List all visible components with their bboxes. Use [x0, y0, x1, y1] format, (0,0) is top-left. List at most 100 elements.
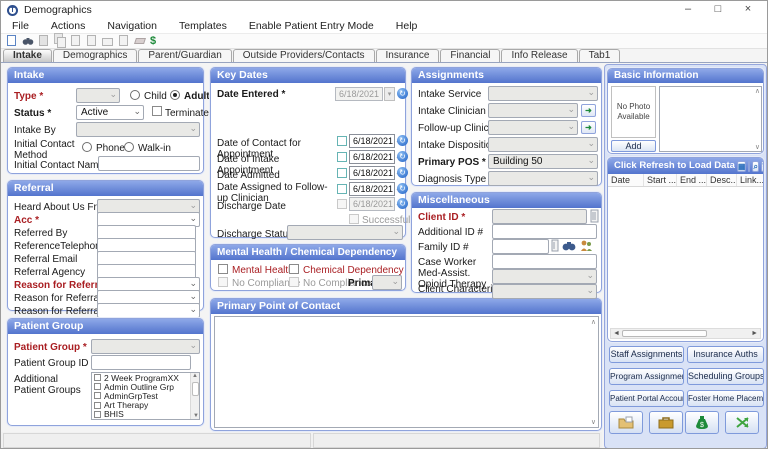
additional-groups-listbox[interactable]: 2 Week ProgramXX Admin Outline Grp Admin…: [91, 372, 200, 420]
tab-demographics[interactable]: Demographics: [53, 49, 137, 62]
refresh-icon[interactable]: ↻: [761, 161, 763, 172]
transfer-button[interactable]: [725, 411, 759, 434]
tab-info-release[interactable]: Info Release: [501, 49, 577, 62]
new-document-icon[interactable]: [6, 35, 18, 47]
tab-parent-guardian[interactable]: Parent/Guardian: [138, 49, 231, 62]
date-admitted-checkbox[interactable]: [337, 168, 347, 178]
edit-icon[interactable]: [70, 35, 82, 47]
mh-no-compliance-checkbox[interactable]: [218, 277, 228, 287]
additional-id-input[interactable]: [492, 224, 597, 239]
menu-enable-patient-entry-mode[interactable]: Enable Patient Entry Mode: [238, 20, 385, 32]
copy-icon[interactable]: [54, 35, 66, 47]
patient-group-select[interactable]: [91, 339, 200, 354]
billing-button[interactable]: $: [685, 411, 719, 434]
date-intake-appt-checkbox[interactable]: [337, 152, 347, 162]
grid-icon[interactable]: ▦: [737, 161, 747, 172]
item-checkbox[interactable]: [94, 392, 101, 399]
add-photo-button[interactable]: Add: [611, 140, 656, 152]
id-card-icon[interactable]: [590, 209, 599, 223]
item-checkbox[interactable]: [94, 383, 101, 390]
close-button[interactable]: ×: [735, 2, 761, 18]
list-item[interactable]: BHIS: [92, 410, 199, 419]
open-case-button[interactable]: [649, 411, 683, 434]
basic-info-textarea[interactable]: ∧ ∨: [659, 86, 762, 152]
menu-help[interactable]: Help: [385, 20, 429, 32]
scroll-right-icon[interactable]: ►: [751, 330, 758, 337]
opioid-select[interactable]: [492, 269, 597, 284]
family-search-icon[interactable]: [579, 239, 594, 252]
foster-home-placement-button[interactable]: Foster Home Placement: [687, 390, 764, 407]
tab-insurance[interactable]: Insurance: [376, 49, 440, 62]
open-chart-button[interactable]: [609, 411, 643, 434]
patient-portal-account-button[interactable]: Patient Portal Account: [609, 390, 684, 407]
child-radio[interactable]: [130, 90, 140, 100]
diagnosis-type-select[interactable]: [488, 171, 598, 186]
tab-financial[interactable]: Financial: [440, 49, 500, 62]
followup-clinician-select[interactable]: [488, 120, 578, 135]
scroll-up-icon[interactable]: ∧: [591, 318, 596, 326]
menu-file[interactable]: File: [1, 20, 40, 32]
briefcase-icon[interactable]: [102, 35, 114, 47]
date-assigned-value[interactable]: 6/18/2021⌄: [349, 182, 395, 196]
date-refresh-icon[interactable]: ↻: [397, 183, 408, 194]
minimize-button[interactable]: –: [675, 2, 701, 18]
column-link[interactable]: Link...: [737, 174, 763, 186]
date-refresh-icon[interactable]: ↻: [397, 151, 408, 162]
blank-icon[interactable]: [748, 161, 750, 172]
grid-horizontal-scrollbar[interactable]: ◄ ►: [610, 328, 761, 339]
id-card-icon[interactable]: [551, 239, 559, 252]
discharge-date-value[interactable]: 6/18/2021⌄: [349, 197, 395, 211]
program-assignments-button[interactable]: Program Assignments: [609, 368, 684, 385]
staff-assignments-button[interactable]: Staff Assignments: [609, 346, 684, 363]
item-checkbox[interactable]: [94, 402, 101, 409]
eraser-icon[interactable]: [134, 35, 146, 47]
date-refresh-icon[interactable]: ↻: [397, 88, 408, 99]
intake-disposition-select[interactable]: [488, 137, 598, 152]
type-select[interactable]: [76, 88, 120, 103]
initial-contact-name-input[interactable]: [98, 156, 200, 171]
cd-no-compliance-checkbox[interactable]: [289, 277, 299, 287]
scheduling-groups-button[interactable]: Scheduling Groups: [687, 368, 764, 385]
export-icon[interactable]: [118, 35, 130, 47]
scroll-down-icon[interactable]: ∨: [591, 418, 596, 426]
search-binoculars-icon[interactable]: [561, 240, 577, 251]
client-id-input[interactable]: [492, 209, 587, 224]
intake-by-select[interactable]: [76, 122, 200, 137]
search-icon[interactable]: ⌕: [752, 161, 758, 172]
tab-tab1[interactable]: Tab1: [579, 49, 621, 62]
item-checkbox[interactable]: [94, 411, 101, 418]
discharge-date-checkbox[interactable]: [337, 199, 347, 209]
form-icon[interactable]: [86, 35, 98, 47]
date-refresh-icon[interactable]: ↻: [397, 135, 408, 146]
mental-health-checkbox[interactable]: [218, 264, 228, 274]
primary-pos-select[interactable]: Building 50: [488, 154, 598, 169]
maximize-button[interactable]: □: [705, 2, 731, 18]
tab-intake[interactable]: Intake: [3, 49, 52, 62]
save-icon[interactable]: [38, 35, 50, 47]
date-admitted-value[interactable]: 6/18/2021⌄: [349, 166, 395, 180]
date-picker-button[interactable]: ▾: [384, 87, 395, 101]
search-binoculars-icon[interactable]: [22, 35, 34, 47]
intake-service-select[interactable]: [488, 86, 598, 101]
list-scrollbar[interactable]: ▲▼: [190, 373, 199, 419]
column-end[interactable]: End ...: [677, 174, 707, 186]
chemical-dependency-checkbox[interactable]: [289, 264, 299, 274]
payment-icon[interactable]: $: [150, 35, 162, 47]
date-contact-checkbox[interactable]: [337, 136, 347, 146]
scroll-up-icon[interactable]: ∧: [755, 87, 760, 95]
insurance-auths-button[interactable]: Insurance Auths: [687, 346, 764, 363]
column-start[interactable]: Start ...: [644, 174, 677, 186]
adult-radio[interactable]: [170, 90, 180, 100]
menu-navigation[interactable]: Navigation: [96, 20, 168, 32]
open-form-icon[interactable]: ➜: [581, 121, 596, 134]
item-checkbox[interactable]: [94, 374, 101, 381]
status-select[interactable]: Active: [76, 105, 144, 120]
column-desc[interactable]: Desc...: [707, 174, 737, 186]
open-form-icon[interactable]: ➜: [581, 104, 596, 117]
date-intake-appt-value[interactable]: 6/18/2021⌄: [349, 150, 395, 164]
column-date[interactable]: Date: [608, 174, 644, 186]
patient-group-id-input[interactable]: [91, 355, 191, 370]
menu-templates[interactable]: Templates: [168, 20, 238, 32]
case-worker-input[interactable]: [492, 254, 597, 269]
family-id-input[interactable]: [492, 239, 549, 254]
